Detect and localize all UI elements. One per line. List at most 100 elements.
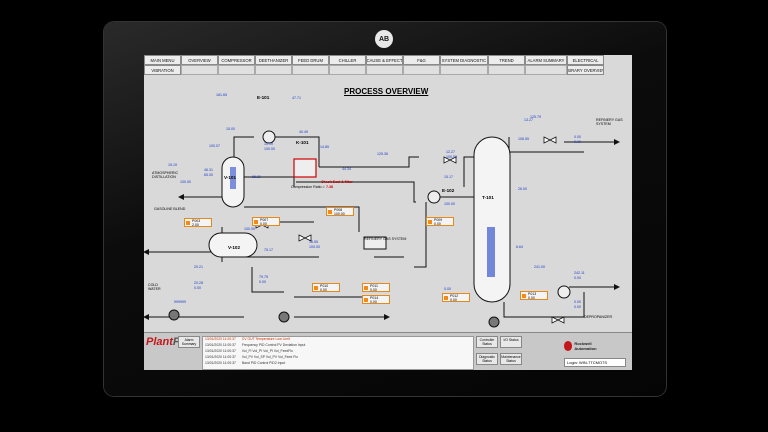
e101-label: E-101 bbox=[257, 95, 270, 100]
ti-t101-value: 106.55 bbox=[518, 137, 529, 141]
alarm-box-3[interactable]: P008 100.00 bbox=[326, 207, 354, 216]
ti-top-value: 181.65 bbox=[216, 93, 227, 97]
nav-blank-7 bbox=[403, 65, 440, 75]
nav-cause-effect[interactable]: CAUSE & EFFECT bbox=[366, 55, 403, 65]
pi-t101-value: 15.17 bbox=[444, 175, 453, 179]
nav-row-2: VIBRATION LIBRARY OVERVIEW bbox=[144, 65, 632, 76]
pi-left-value: 15.00 bbox=[226, 127, 235, 131]
pv-bot-value: 242.11 bbox=[574, 271, 585, 275]
nav-blank-5 bbox=[329, 65, 366, 75]
nav-trend[interactable]: TREND bbox=[488, 55, 525, 65]
v101-label: V-101 bbox=[224, 175, 237, 180]
nav-library-overview[interactable]: LIBRARY OVERVIEW bbox=[567, 65, 604, 75]
e102-exchanger bbox=[427, 190, 441, 204]
alarm-banner-list[interactable]: 13/01/2020 11:00:37 CV OUT Temperature Lo… bbox=[202, 336, 474, 370]
pi-bot-value: 0.00 bbox=[444, 287, 451, 291]
rockwell-logo-icon bbox=[564, 341, 573, 351]
alarm-box-7[interactable]: P012 0.00 bbox=[442, 293, 470, 302]
nav-system-diagnostic[interactable]: SYSTEM DIAGNOSTIC bbox=[440, 55, 488, 65]
diagnostic-status-button[interactable]: Diagnostic Status bbox=[476, 353, 498, 365]
pv-lic-value: 46.31 bbox=[204, 168, 213, 172]
pump-t101 bbox=[488, 316, 500, 328]
pv-t101b-value: 100.00 bbox=[444, 202, 455, 206]
pv-v101-value: 10.19 bbox=[264, 142, 273, 146]
nav-deethanizer[interactable]: DEETHANIZER bbox=[255, 55, 292, 65]
fi-flow-value: 125.36 bbox=[377, 152, 388, 156]
k101-compressor bbox=[293, 158, 317, 178]
pv-e102-value: 79.75 bbox=[259, 275, 268, 279]
hmi-screen: MAIN MENU OVERVIEW COMPRESSOR DEETHANIZE… bbox=[144, 55, 632, 370]
alarm-box-9[interactable]: P014 0.00 bbox=[362, 295, 390, 304]
alarm-box-1[interactable]: P003 2.00 bbox=[184, 218, 212, 227]
plantpax-status-bar: PlantPAx Alarm Summary 13/01/2020 11:00:… bbox=[144, 332, 632, 370]
lt-t101-value: 6.64 bbox=[516, 245, 523, 249]
cv-e102-value: 0.00 bbox=[259, 280, 266, 284]
nav-main-menu[interactable]: MAIN MENU bbox=[144, 55, 181, 65]
ti-atm-value: 100.00 bbox=[180, 180, 191, 184]
stream-depropanizer: DEPROPANIZER bbox=[584, 315, 613, 319]
allen-bradley-logo: AB bbox=[375, 30, 393, 48]
reboiler-exchanger bbox=[557, 285, 571, 299]
compression-ratio-value: 7.38 bbox=[326, 185, 333, 189]
ri-top2-value: 125.79 bbox=[530, 115, 541, 119]
process-diagram bbox=[144, 130, 620, 328]
compression-ratio-label: Compression Ratio = bbox=[291, 185, 325, 189]
nav-blank-9 bbox=[488, 65, 525, 75]
alarm-box-5[interactable]: P010 0.00 bbox=[312, 283, 340, 292]
alarm-summary-button[interactable]: Alarm Summary bbox=[178, 336, 200, 348]
nav-electrical[interactable]: ELECTRICAL bbox=[567, 55, 604, 65]
stream-refinery-gas-mid: REFINERY GAS SYSTEM bbox=[364, 237, 407, 241]
rockwell-automation-logo: Rockwell Automation bbox=[564, 339, 608, 353]
nav-blank-2 bbox=[218, 65, 255, 75]
nav-blank-6 bbox=[366, 65, 403, 75]
stream-refinery-gas-top: REFINERY GAS SYSTEM bbox=[596, 118, 623, 126]
fi-atm-value: 15.19 bbox=[168, 163, 177, 167]
nav-chiller[interactable]: CHILLER bbox=[329, 55, 366, 65]
cv-v101-value: 100.00 bbox=[264, 147, 275, 151]
login-field[interactable]: Login: WIN-7TCMO7S bbox=[564, 358, 626, 367]
io-status-button[interactable]: I/O Status bbox=[500, 336, 522, 348]
ti-left2-value: 100.07 bbox=[209, 144, 220, 148]
cv-v102-value: 0.00 bbox=[194, 286, 201, 290]
fi-k101-value: 40.49 bbox=[299, 130, 308, 134]
nav-feed-drum[interactable]: FEED DRUM bbox=[292, 55, 329, 65]
cv-t101a-value: 100.00 bbox=[446, 155, 457, 159]
pump-cw bbox=[168, 309, 180, 321]
nav-fg[interactable]: F&G bbox=[403, 55, 440, 65]
nav-alarm-summary[interactable]: ALARM SUMMARY bbox=[525, 55, 567, 65]
ti-t101c-value: 26.00 bbox=[518, 187, 527, 191]
e102-label: E-102 bbox=[442, 188, 455, 193]
cv-bot-value: 0.00 bbox=[574, 276, 581, 280]
nav-compressor[interactable]: COMPRESSOR bbox=[218, 55, 255, 65]
pump-v102 bbox=[278, 311, 290, 323]
alarm-box-6[interactable]: P011 0.00 bbox=[362, 283, 390, 292]
stream-gasoline: GASOLINE BLEND bbox=[154, 207, 186, 211]
alarm-box-8[interactable]: P013 0.00 bbox=[520, 291, 548, 300]
pv-v102-value: 20.28 bbox=[194, 281, 203, 285]
v102-label: V-102 bbox=[228, 245, 241, 250]
controller-status-button[interactable]: Controller Status bbox=[476, 336, 498, 348]
lt-v101-value: 65.29 bbox=[252, 175, 261, 179]
alarm-box-2[interactable]: P007 0.00 bbox=[252, 217, 280, 226]
t101-column bbox=[473, 136, 511, 303]
alarm-row[interactable]: 13/01/2020 11:00:37 Band PID Control PID2… bbox=[203, 361, 473, 367]
li-mid-value: 75.17 bbox=[264, 248, 273, 252]
t101-label: T-101 bbox=[482, 195, 494, 200]
stream-atmospheric: ATMOSPHERIC DISTILLATION bbox=[152, 171, 179, 179]
pt-k101-value: 14.85 bbox=[320, 145, 329, 149]
pv-pump-value: 0.00 bbox=[574, 300, 581, 304]
nav-blank-8 bbox=[440, 65, 488, 75]
ti-bot-value: 241.00 bbox=[534, 265, 545, 269]
nav-vibration[interactable]: VIBRATION bbox=[144, 65, 181, 75]
cw-flow-value: 999999 bbox=[174, 300, 186, 304]
pv-top-value: 0.00 bbox=[574, 135, 581, 139]
tt-v102-value: 100.00 bbox=[244, 227, 255, 231]
stream-cold-water: COLD WATER bbox=[148, 283, 161, 291]
nav-overview[interactable]: OVERVIEW bbox=[181, 55, 218, 65]
nav-blank-10 bbox=[525, 65, 567, 75]
alarm-box-4[interactable]: P009 0.00 bbox=[426, 217, 454, 226]
k101-label: K-101 bbox=[296, 140, 309, 145]
pv-mid-value: 16.55 bbox=[309, 240, 318, 244]
tt-e101-value: 47.71 bbox=[292, 96, 301, 100]
maintenance-status-button[interactable]: Maintenance Status bbox=[500, 353, 522, 365]
